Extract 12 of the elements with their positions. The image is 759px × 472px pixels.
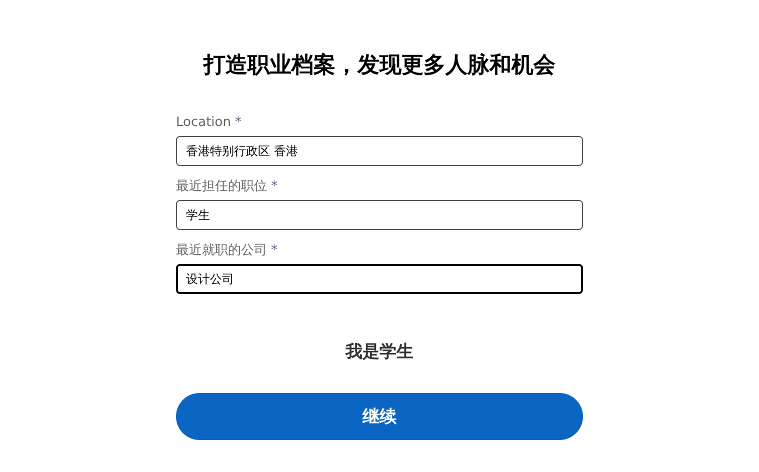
field-label: Location	[176, 114, 231, 131]
student-link[interactable]: 我是学生	[340, 338, 420, 365]
input-field[interactable]: 设计公司	[176, 264, 583, 294]
page-heading: 打造职业档案，发现更多人脉和机会	[204, 52, 556, 80]
required-asterisk: *	[271, 178, 278, 195]
field-label: 最近担任的职位	[176, 178, 267, 195]
input-field[interactable]: 学生	[176, 200, 583, 230]
continue-button[interactable]: 继续	[176, 393, 583, 440]
input-field[interactable]: 香港特别行政区 香港	[176, 136, 583, 166]
required-asterisk: *	[271, 242, 278, 259]
field-label: 最近就职的公司	[176, 242, 267, 259]
required-asterisk: *	[234, 114, 242, 131]
